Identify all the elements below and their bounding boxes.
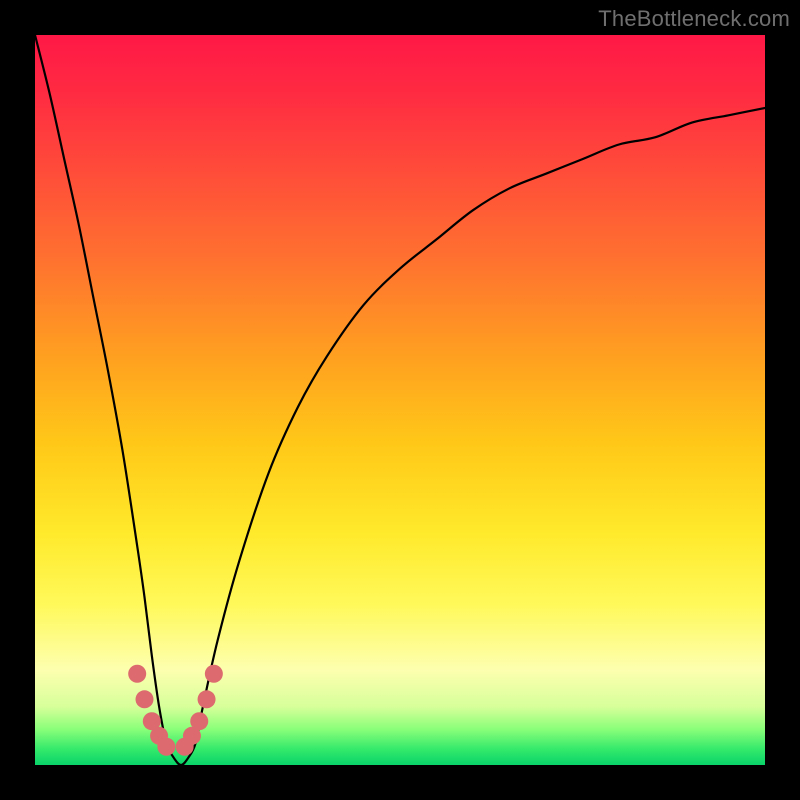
valley-dot	[190, 712, 208, 730]
valley-dot	[157, 738, 175, 756]
bottleneck-curve-svg	[35, 35, 765, 765]
bottleneck-curve	[35, 35, 765, 765]
valley-dot	[136, 690, 154, 708]
valley-dots	[128, 665, 223, 756]
chart-frame: TheBottleneck.com	[0, 0, 800, 800]
valley-dot	[198, 690, 216, 708]
valley-dot	[205, 665, 223, 683]
watermark-text: TheBottleneck.com	[598, 6, 790, 32]
plot-area	[35, 35, 765, 765]
valley-dot	[128, 665, 146, 683]
